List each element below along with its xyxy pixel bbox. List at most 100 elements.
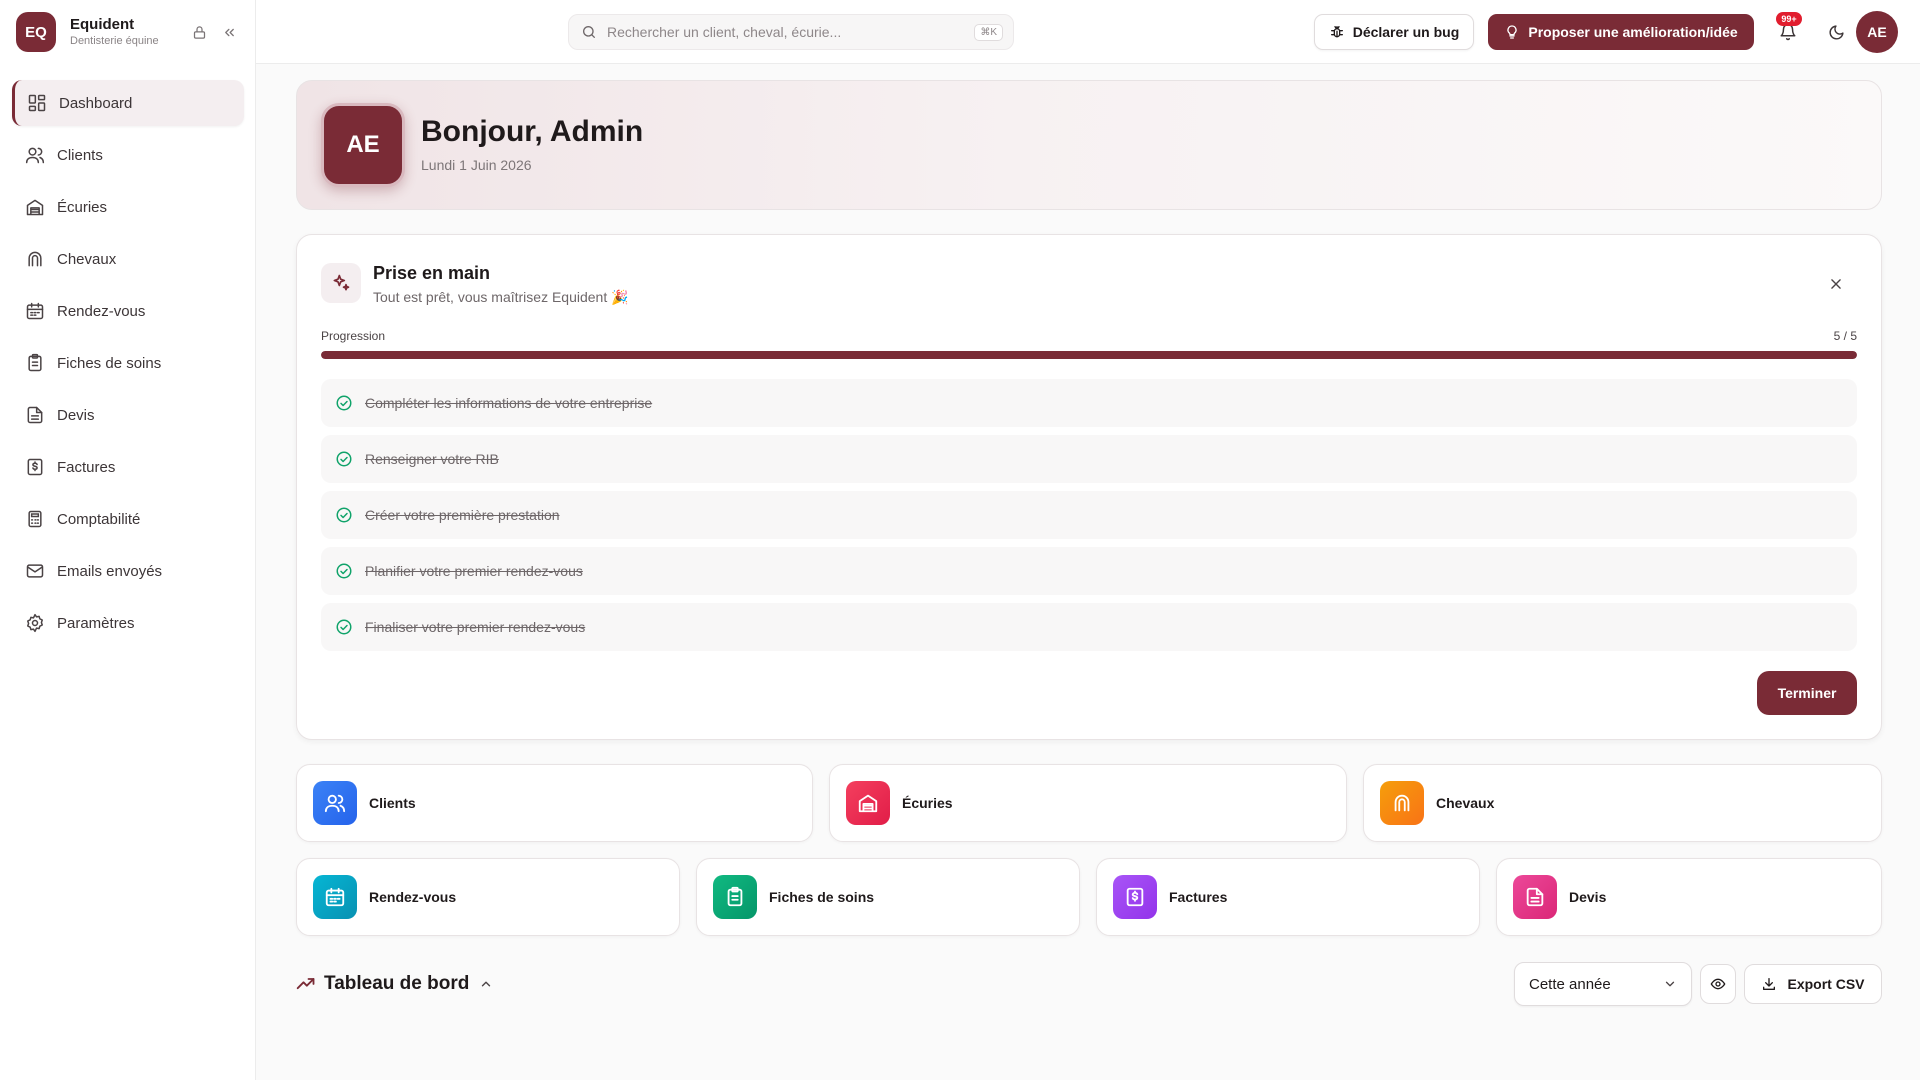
onboarding-step-label: Compléter les informations de votre entr… (365, 395, 653, 411)
quick-access-label: Factures (1169, 889, 1228, 905)
quick-access-rendez-vous[interactable]: Rendez-vous (296, 858, 680, 936)
sidebar-item-chevaux[interactable]: Chevaux (12, 236, 244, 282)
document-icon (1513, 875, 1557, 919)
check-circle-icon (335, 618, 353, 636)
onboarding-subtitle: Tout est prêt, vous maîtrisez Equident 🎉 (373, 289, 629, 305)
progress-bar (321, 351, 1857, 359)
period-select[interactable]: Cette année (1514, 962, 1692, 1006)
horseshoe-icon (1380, 781, 1424, 825)
check-circle-icon (335, 562, 353, 580)
invoice-icon (25, 457, 45, 477)
onboarding-step-label: Finaliser votre premier rendez-vous (365, 619, 586, 635)
search-shortcut: ⌘K (974, 23, 1003, 41)
search-box[interactable]: ⌘K (568, 14, 1014, 50)
dashboard-section-toggle[interactable]: Tableau de bord (296, 972, 493, 996)
brand-logo[interactable]: EQ (16, 12, 56, 52)
sidebar-item-label: Dashboard (59, 94, 133, 112)
onboarding-steps: Compléter les informations de votre entr… (321, 379, 1857, 659)
sidebar-item-emails[interactable]: Emails envoyés (12, 548, 244, 594)
sidebar-item-clients[interactable]: Clients (12, 132, 244, 178)
onboarding-step-label: Renseigner votre RIB (365, 451, 499, 467)
sidebar-item-label: Chevaux (57, 250, 117, 268)
visibility-toggle-button[interactable] (1700, 964, 1736, 1004)
sidebar-item-label: Emails envoyés (57, 562, 163, 580)
report-bug-button[interactable]: Déclarer un bug (1314, 14, 1474, 50)
suggest-idea-button[interactable]: Proposer une amélioration/idée (1488, 14, 1754, 50)
sidebar-item-label: Comptabilité (57, 510, 141, 528)
quick-access-devis[interactable]: Devis (1496, 858, 1882, 936)
calendar-icon (313, 875, 357, 919)
progress-count: 5 / 5 (1833, 329, 1857, 343)
welcome-banner: AE Bonjour, Admin Lundi 1 Juin 2026 (296, 80, 1882, 210)
sidebar-item-label: Rendez-vous (57, 302, 146, 320)
stable-icon (846, 781, 890, 825)
horseshoe-icon (25, 249, 45, 269)
dashboard-icon (27, 93, 47, 113)
onboarding-step-label: Créer votre première prestation (365, 507, 560, 523)
sidebar-item-devis[interactable]: Devis (12, 392, 244, 438)
lightbulb-icon (1504, 24, 1528, 40)
sidebar-item-fiches-de-soins[interactable]: Fiches de soins (12, 340, 244, 386)
export-csv-button[interactable]: Export CSV (1744, 964, 1882, 1004)
quick-access-label: Rendez-vous (369, 889, 457, 905)
top-bar: ⌘K Déclarer un bug Proposer une améliora… (256, 0, 1920, 64)
mail-icon (25, 561, 45, 581)
sidebar-item-label: Écuries (57, 198, 108, 216)
sidebar-item-ecuries[interactable]: Écuries (12, 184, 244, 230)
finish-button[interactable]: Terminer (1757, 671, 1857, 715)
sidebar-item-dashboard[interactable]: Dashboard (12, 80, 244, 126)
quick-access-factures[interactable]: Factures (1096, 858, 1480, 936)
report-bug-label: Déclarer un bug (1352, 24, 1460, 40)
quick-access-label: Fiches de soins (769, 889, 875, 905)
progress-fill (321, 351, 1857, 359)
suggest-idea-label: Proposer une amélioration/idée (1528, 24, 1738, 40)
onboarding-step[interactable]: Finaliser votre premier rendez-vous (321, 603, 1857, 651)
stable-icon (25, 197, 45, 217)
welcome-date: Lundi 1 Juin 2026 (421, 157, 532, 173)
sidebar-item-comptabilite[interactable]: Comptabilité (12, 496, 244, 542)
period-select-value: Cette année (1529, 975, 1611, 993)
download-icon (1761, 976, 1787, 992)
brand-name: Equident (70, 16, 135, 33)
onboarding-step[interactable]: Créer votre première prestation (321, 491, 1857, 539)
quick-access-ecuries[interactable]: Écuries (829, 764, 1347, 842)
quick-access-clients[interactable]: Clients (296, 764, 813, 842)
onboarding-step[interactable]: Compléter les informations de votre entr… (321, 379, 1857, 427)
check-circle-icon (335, 506, 353, 524)
onboarding-step[interactable]: Planifier votre premier rendez-vous (321, 547, 1857, 595)
notifications-badge: 99+ (1776, 12, 1802, 26)
sidebar-item-label: Paramètres (57, 614, 135, 632)
quick-access-label: Clients (369, 795, 416, 811)
check-circle-icon (335, 450, 353, 468)
users-icon (25, 145, 45, 165)
brand-text: Equident Dentisterie équine (70, 16, 180, 48)
progress-label: Progression (321, 329, 386, 343)
onboarding-title: Prise en main (373, 263, 491, 283)
dark-mode-toggle-icon[interactable] (1822, 18, 1850, 46)
quick-access-chevaux[interactable]: Chevaux (1363, 764, 1882, 842)
sidebar-item-parametres[interactable]: Paramètres (12, 600, 244, 646)
sidebar: EQ Equident Dentisterie équine Dashboard… (0, 0, 256, 1080)
search-input[interactable] (607, 24, 975, 40)
onboarding-step-label: Planifier votre premier rendez-vous (365, 563, 583, 579)
invoice-icon (1113, 875, 1157, 919)
quick-access-label: Devis (1569, 889, 1607, 905)
sidebar-item-label: Fiches de soins (57, 354, 162, 372)
export-csv-label: Export CSV (1787, 976, 1865, 992)
onboarding-step[interactable]: Renseigner votre RIB (321, 435, 1857, 483)
quick-access-fiches-de-soins[interactable]: Fiches de soins (696, 858, 1080, 936)
collapse-sidebar-icon[interactable] (218, 21, 240, 43)
chevron-up-icon (479, 977, 493, 991)
lock-icon[interactable] (188, 21, 210, 43)
sidebar-item-factures[interactable]: Factures (12, 444, 244, 490)
trending-up-icon (296, 974, 316, 994)
welcome-greeting: Bonjour, Admin (421, 115, 644, 148)
sidebar-item-rendez-vous[interactable]: Rendez-vous (12, 288, 244, 334)
search-icon (581, 24, 597, 40)
close-icon[interactable] (1825, 273, 1847, 295)
check-circle-icon (335, 394, 353, 412)
sidebar-item-label: Factures (57, 458, 116, 476)
sidebar-nav: Dashboard Clients Écuries Chevaux Rendez… (12, 80, 244, 652)
user-avatar[interactable]: AE (1856, 11, 1898, 53)
clipboard-icon (25, 353, 45, 373)
